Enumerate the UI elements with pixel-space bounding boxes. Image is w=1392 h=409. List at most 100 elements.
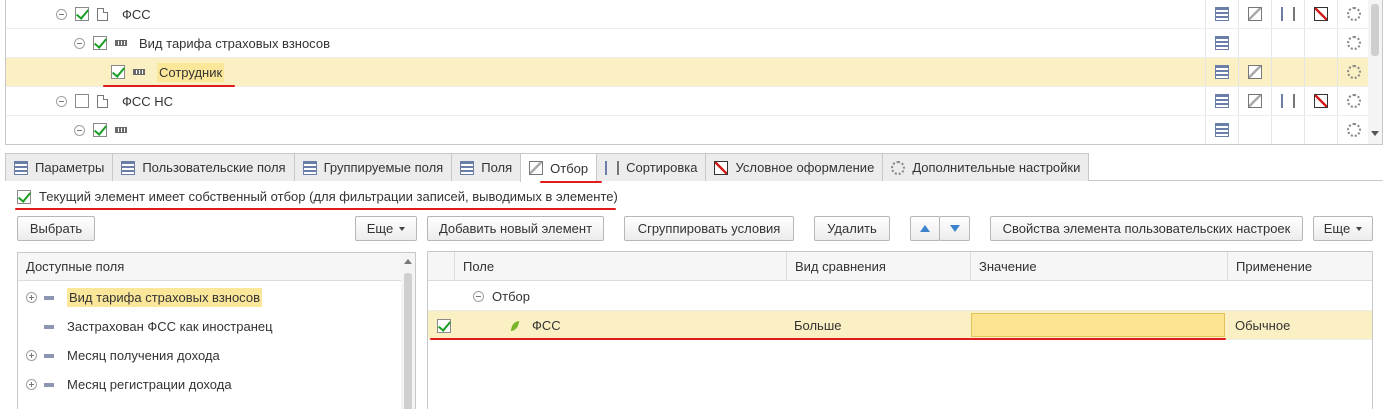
- move-up-button[interactable]: [910, 216, 940, 241]
- own-filter-option[interactable]: Текущий элемент имеет собственный отбор …: [17, 189, 618, 204]
- annotation-underline: [15, 208, 616, 210]
- own-filter-label: Текущий элемент имеет собственный отбор …: [39, 189, 618, 204]
- list-item[interactable]: Вид тарифа страховых взносов: [18, 283, 403, 312]
- delete-button[interactable]: Удалить: [814, 216, 890, 241]
- tree-row[interactable]: Вид тарифа страховых взносов: [6, 29, 1370, 58]
- sort-icon: [605, 160, 620, 175]
- expand-icon[interactable]: [25, 379, 37, 390]
- filter-icon[interactable]: [1248, 7, 1262, 21]
- column-header[interactable]: Применение: [1227, 252, 1372, 281]
- left-more-button[interactable]: Еще: [355, 216, 417, 241]
- right-more-button[interactable]: Еще: [1313, 216, 1373, 241]
- scroll-down-icon[interactable]: [1371, 131, 1379, 136]
- tree-checkbox[interactable]: [111, 65, 125, 79]
- select-button[interactable]: Выбрать: [17, 216, 95, 241]
- collapse-icon[interactable]: [74, 124, 85, 136]
- fields-icon[interactable]: [1215, 7, 1229, 21]
- chevron-down-icon: [1356, 226, 1363, 231]
- expand-icon[interactable]: [25, 350, 37, 361]
- filter-group-row[interactable]: Отбор: [428, 282, 1372, 311]
- tree-row[interactable]: ФСС: [6, 0, 1370, 29]
- settings-icon[interactable]: [1347, 36, 1361, 50]
- tab-sort[interactable]: Сортировка: [596, 153, 707, 181]
- application-cell[interactable]: Обычное: [1235, 318, 1290, 333]
- column-header[interactable]: Значение: [970, 252, 1227, 281]
- user-fields-icon: [121, 160, 136, 175]
- tab-grouping-fields[interactable]: Группируемые поля: [293, 153, 453, 181]
- tree-scrollbar[interactable]: [1368, 0, 1382, 144]
- tree-checkbox[interactable]: [75, 7, 89, 21]
- table-row[interactable]: ФСС Больше Обычное: [428, 311, 1372, 340]
- conditional-format-icon[interactable]: [1314, 94, 1328, 108]
- annotation-underline: [430, 338, 1226, 340]
- tree-row-label: Сотрудник: [157, 62, 225, 82]
- collapse-icon[interactable]: [56, 8, 67, 20]
- grouping-icon: [115, 40, 127, 46]
- available-fields-list[interactable]: Доступные поля Вид тарифа страховых взно…: [17, 252, 416, 409]
- fields-icon[interactable]: [1215, 123, 1229, 137]
- settings-icon[interactable]: [1347, 123, 1361, 137]
- collapse-icon[interactable]: [56, 95, 67, 107]
- conditional-format-icon: [714, 160, 729, 175]
- settings-tabs: Параметры Пользовательские поля Группиру…: [5, 153, 1383, 182]
- tab-params[interactable]: Параметры: [5, 153, 114, 181]
- document-icon: [97, 94, 108, 108]
- column-header[interactable]: Поле: [454, 252, 786, 281]
- fields-scrollbar[interactable]: [401, 253, 415, 409]
- filter-icon: [529, 161, 544, 175]
- fields-icon[interactable]: [1215, 65, 1229, 79]
- scrollbar-thumb[interactable]: [1371, 4, 1379, 56]
- filter-table-header: Поле Вид сравнения Значение Применение: [428, 252, 1372, 281]
- scrollbar-thumb[interactable]: [404, 273, 412, 409]
- filter-row-checkbox[interactable]: [437, 318, 451, 333]
- tab-fields[interactable]: Поля: [451, 153, 522, 181]
- sort-icon[interactable]: [1281, 7, 1295, 21]
- expand-icon[interactable]: [25, 292, 37, 303]
- filter-icon[interactable]: [1248, 94, 1262, 108]
- available-fields-header: Доступные поля: [18, 253, 415, 281]
- own-filter-checkbox[interactable]: [17, 189, 31, 204]
- list-item[interactable]: Месяц регистрации дохода: [18, 370, 403, 399]
- scroll-up-icon[interactable]: [404, 259, 412, 264]
- tree-checkbox[interactable]: [93, 36, 107, 50]
- conditional-format-icon[interactable]: [1314, 7, 1328, 21]
- fields-icon[interactable]: [1215, 36, 1229, 50]
- tab-extra-settings[interactable]: Дополнительные настройки: [882, 153, 1090, 181]
- annotation-underline: [103, 85, 235, 87]
- list-item[interactable]: Месяц получения дохода: [18, 341, 403, 370]
- field-leaf-icon: [510, 320, 520, 331]
- field-icon: [44, 353, 54, 358]
- collapse-icon[interactable]: [473, 291, 484, 302]
- grouping-icon: [115, 127, 127, 133]
- move-down-button[interactable]: [939, 216, 970, 241]
- settings-icon[interactable]: [1347, 94, 1361, 108]
- tab-filter[interactable]: Отбор: [520, 153, 598, 182]
- element-properties-button[interactable]: Свойства элемента пользовательских настр…: [990, 216, 1303, 241]
- settings-icon[interactable]: [1347, 65, 1361, 79]
- structure-tree[interactable]: ФСС Вид тарифа страховых взносов Сотрудн…: [5, 0, 1383, 145]
- collapse-icon[interactable]: [74, 37, 85, 49]
- tree-checkbox[interactable]: [93, 123, 107, 137]
- tab-conditional-format[interactable]: Условное оформление: [705, 153, 884, 181]
- tree-row[interactable]: ФСС НС: [6, 87, 1370, 116]
- comparison-cell[interactable]: Больше: [794, 318, 842, 333]
- add-element-button[interactable]: Добавить новый элемент: [427, 216, 604, 241]
- settings-icon[interactable]: [1347, 7, 1361, 21]
- chevron-down-icon: [399, 226, 406, 231]
- sort-icon[interactable]: [1281, 94, 1295, 108]
- group-conditions-button[interactable]: Сгруппировать условия: [624, 216, 794, 241]
- tree-row[interactable]: [6, 116, 1370, 144]
- filter-icon[interactable]: [1248, 65, 1262, 79]
- list-item[interactable]: Застрахован ФСС как иностранец: [18, 312, 403, 341]
- tree-row-selected[interactable]: Сотрудник: [6, 58, 1370, 87]
- annotation-underline: [540, 181, 602, 183]
- field-icon: [44, 324, 54, 329]
- tree-checkbox[interactable]: [75, 94, 89, 108]
- filter-table[interactable]: Поле Вид сравнения Значение Применение О…: [427, 251, 1373, 409]
- column-header[interactable]: Вид сравнения: [786, 252, 970, 281]
- tab-user-fields[interactable]: Пользовательские поля: [112, 153, 295, 181]
- tree-row-label: Вид тарифа страховых взносов: [139, 35, 330, 51]
- field-icon: [44, 295, 54, 300]
- fields-icon[interactable]: [1215, 94, 1229, 108]
- value-input[interactable]: [971, 313, 1225, 337]
